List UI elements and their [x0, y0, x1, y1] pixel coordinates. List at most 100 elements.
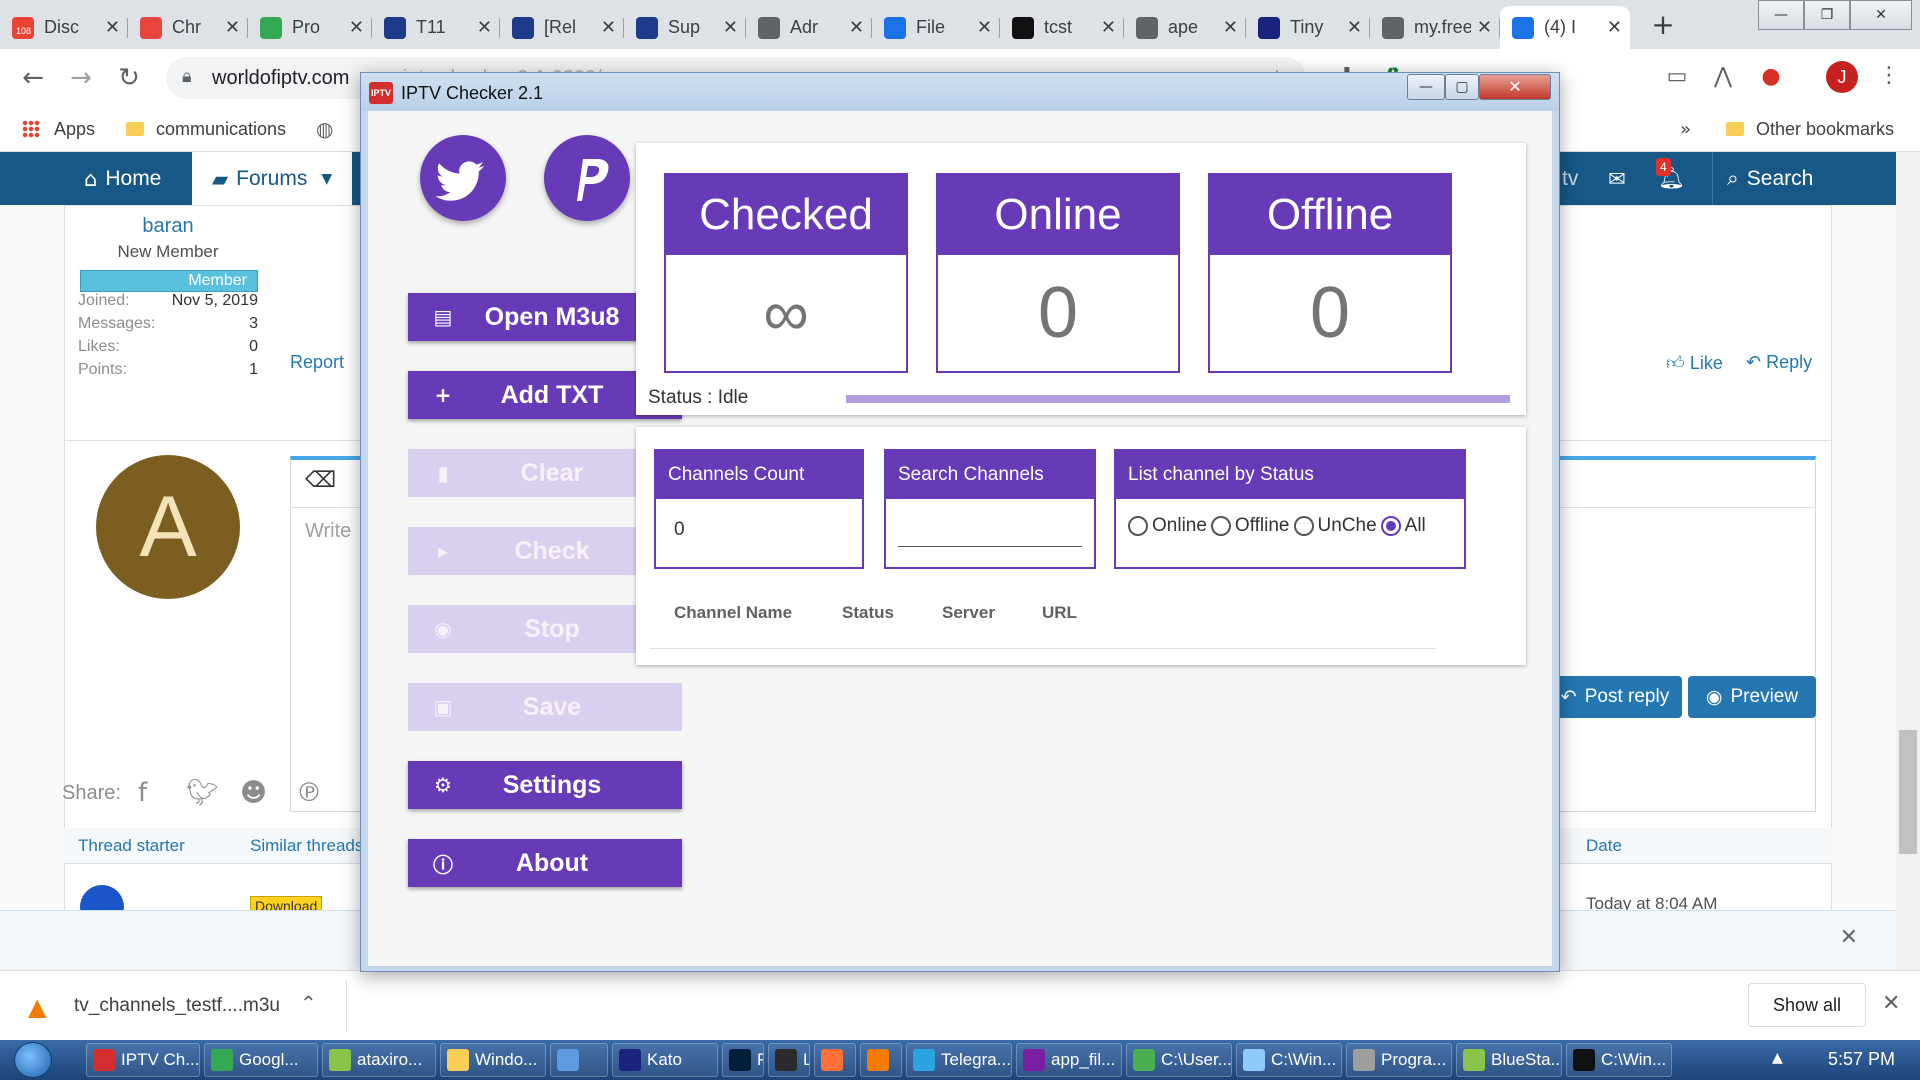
taskbar-item[interactable]: Kato: [612, 1043, 718, 1077]
thread-starter-column[interactable]: Thread starter: [78, 836, 185, 856]
kebab-menu-icon[interactable]: ⋮: [1878, 63, 1900, 88]
column-status[interactable]: Status: [842, 603, 894, 623]
taskbar-item[interactable]: C:\Win...: [1236, 1043, 1342, 1077]
close-icon[interactable]: ✕: [477, 17, 492, 38]
clock[interactable]: 5:57 PM: [1828, 1049, 1895, 1070]
nav-tv[interactable]: tv: [1562, 152, 1578, 205]
taskbar-item[interactable]: C:\User...: [1126, 1043, 1232, 1077]
radio-circle[interactable]: [1293, 516, 1314, 536]
close-icon[interactable]: ✕: [1882, 991, 1900, 1016]
browser-close-button[interactable]: ✕: [1850, 0, 1912, 30]
nav-search[interactable]: ⌕ Search: [1712, 152, 1813, 205]
show-all-button[interactable]: Show all: [1748, 983, 1866, 1027]
profile-avatar[interactable]: J: [1826, 61, 1858, 93]
close-icon[interactable]: ✕: [601, 17, 616, 38]
pinterest-icon[interactable]: ℗: [296, 778, 322, 808]
browser-tab[interactable]: Chr ✕: [128, 6, 248, 49]
download-filename[interactable]: tv_channels_testf....m3u: [74, 995, 280, 1017]
search-input[interactable]: [898, 517, 1082, 547]
browser-tab[interactable]: my.freen ✕: [1370, 6, 1500, 49]
twitter-icon[interactable]: 🐦︎: [186, 778, 219, 808]
close-button[interactable]: ✕: [1479, 74, 1551, 100]
taskbar-item[interactable]: Ps: [722, 1043, 764, 1077]
browser-tab[interactable]: ape ✕: [1124, 6, 1246, 49]
maximize-button[interactable]: ▢: [1445, 74, 1479, 100]
reload-icon[interactable]: ↻: [114, 63, 144, 93]
chevron-up-icon[interactable]: ⌃: [300, 991, 317, 1015]
column-channel-name[interactable]: Channel Name: [674, 603, 792, 623]
new-tab-button[interactable]: +: [1648, 10, 1678, 40]
close-icon[interactable]: ✕: [1347, 17, 1362, 38]
cast-icon[interactable]: ▭: [1664, 64, 1690, 90]
close-icon[interactable]: ✕: [1101, 17, 1116, 38]
browser-tab[interactable]: (4) I ✕: [1500, 6, 1630, 49]
date-column[interactable]: Date: [1586, 836, 1622, 856]
column-url[interactable]: URL: [1042, 603, 1077, 623]
post-reply-button[interactable]: ↶ Post reply: [1548, 676, 1682, 718]
close-icon[interactable]: ✕: [225, 17, 240, 38]
close-icon[interactable]: ✕: [349, 17, 364, 38]
browser-tab[interactable]: [Rel ✕: [500, 6, 624, 49]
window-titlebar[interactable]: IPTV IPTV Checker 2.1 — ▢ ✕: [361, 73, 1559, 111]
filter-option-online[interactable]: Online: [1128, 515, 1207, 537]
username[interactable]: baran: [64, 215, 272, 238]
chevron-down-icon[interactable]: ▼: [321, 171, 332, 187]
forward-icon[interactable]: →: [66, 63, 96, 93]
taskbar-item[interactable]: ataxiro...: [322, 1043, 436, 1077]
close-icon[interactable]: ✕: [1840, 925, 1858, 950]
preview-button[interactable]: ◉ Preview: [1688, 676, 1816, 718]
taskbar-item[interactable]: app_fil...: [1016, 1043, 1122, 1077]
bookmarks-overflow-icon[interactable]: »: [1680, 114, 1691, 144]
bookmark-globe[interactable]: ◍: [316, 114, 333, 144]
nav-forums[interactable]: ▰ Forums ▼: [192, 152, 353, 205]
like-button[interactable]: 👍︎ Like: [1666, 352, 1723, 374]
browser-tab[interactable]: Tiny ✕: [1246, 6, 1370, 49]
radio-circle[interactable]: [1210, 516, 1231, 536]
column-server[interactable]: Server: [942, 603, 995, 623]
taskbar-item[interactable]: IPTV Ch...: [86, 1043, 200, 1077]
minimize-button[interactable]: —: [1407, 74, 1445, 100]
tray-expand-icon[interactable]: ▲: [1772, 1050, 1783, 1066]
similar-threads-column[interactable]: Similar threads: [250, 836, 363, 856]
about-button[interactable]: ⓘ About: [408, 839, 682, 887]
browser-minimize-button[interactable]: —: [1758, 0, 1804, 30]
taskbar-item[interactable]: [814, 1043, 856, 1077]
bookmark-other[interactable]: Other bookmarks: [1726, 114, 1894, 144]
close-icon[interactable]: ✕: [977, 17, 992, 38]
report-link[interactable]: Report: [290, 352, 344, 373]
browser-tab[interactable]: Adr ✕: [746, 6, 872, 49]
start-button[interactable]: [14, 1042, 52, 1078]
record-icon[interactable]: ●: [1758, 64, 1784, 90]
scrollbar-thumb[interactable]: [1899, 730, 1917, 854]
close-icon[interactable]: ✕: [105, 17, 120, 38]
taskbar-item[interactable]: [550, 1043, 608, 1077]
taskbar-item[interactable]: Windo...: [440, 1043, 546, 1077]
browser-tab[interactable]: Pro ✕: [248, 6, 372, 49]
taskbar-item[interactable]: Googl...: [204, 1043, 318, 1077]
page-scrollbar[interactable]: [1896, 152, 1920, 970]
settings-button[interactable]: ⚙ Settings: [408, 761, 682, 809]
browser-tab[interactable]: File ✕: [872, 6, 1000, 49]
taskbar-item[interactable]: [860, 1043, 902, 1077]
back-icon[interactable]: ←: [18, 63, 48, 93]
close-icon[interactable]: ✕: [1477, 17, 1492, 38]
facebook-icon[interactable]: f: [138, 778, 147, 808]
browser-tab[interactable]: Sup ✕: [624, 6, 746, 49]
filter-option-unche[interactable]: UnChe: [1293, 515, 1377, 537]
taskbar-item[interactable]: BlueSta...: [1456, 1043, 1562, 1077]
close-icon[interactable]: ✕: [849, 17, 864, 38]
paypal-button[interactable]: [544, 135, 630, 221]
browser-restore-button[interactable]: ❐: [1804, 0, 1850, 30]
close-icon[interactable]: ✕: [1223, 17, 1238, 38]
taskbar-item[interactable]: C:\Win...: [1566, 1043, 1672, 1077]
radio-circle[interactable]: [1128, 516, 1148, 536]
filter-option-offline[interactable]: Offline: [1210, 515, 1290, 537]
close-icon[interactable]: ✕: [1607, 17, 1622, 38]
mail-icon[interactable]: ✉: [1608, 152, 1626, 205]
bookmark-apps[interactable]: Apps: [22, 114, 95, 144]
close-icon[interactable]: ✕: [723, 17, 738, 38]
extension-icon[interactable]: ⋀: [1710, 64, 1736, 90]
browser-tab[interactable]: Disc ✕ 108: [0, 6, 128, 49]
twitter-button[interactable]: [420, 135, 506, 221]
taskbar-item[interactable]: Progra...: [1346, 1043, 1452, 1077]
